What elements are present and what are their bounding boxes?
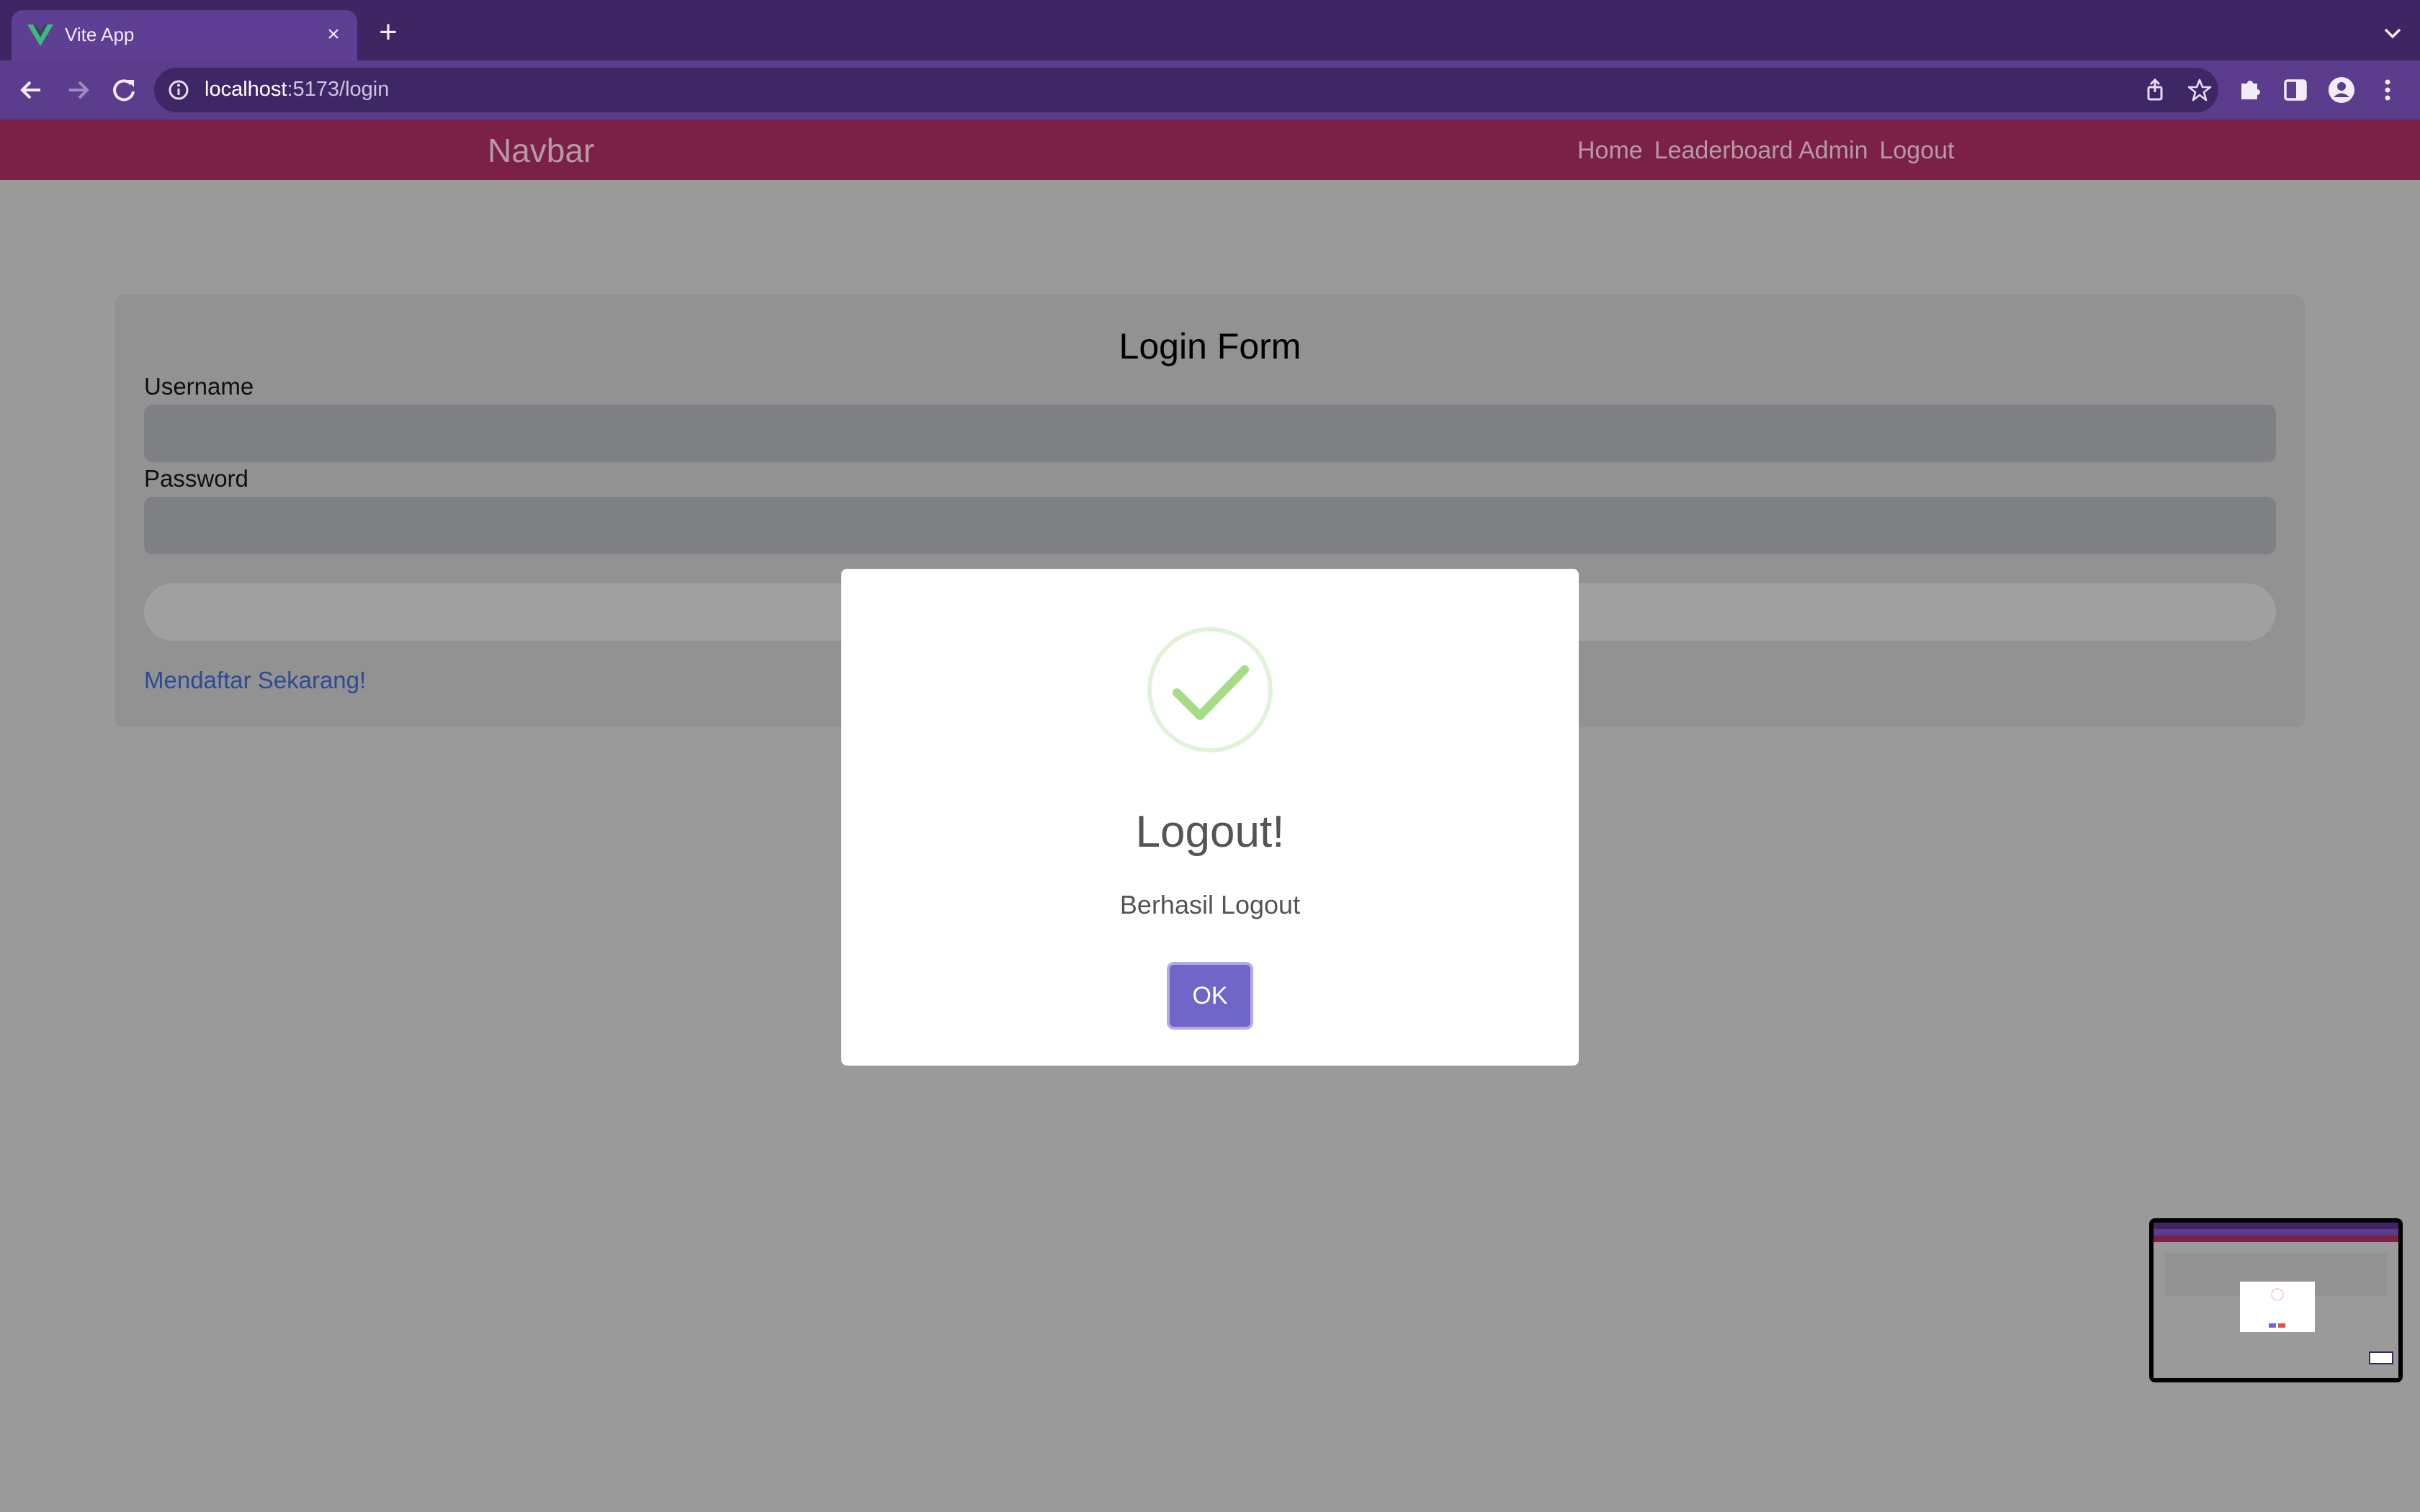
- username-label: Username: [144, 373, 254, 400]
- password-input[interactable]: [144, 497, 2276, 554]
- reload-icon[interactable]: [107, 73, 141, 107]
- back-arrow-icon[interactable]: [14, 73, 49, 107]
- url-path: :5173/login: [287, 78, 390, 101]
- browser-tab-strip: Vite App × +: [0, 0, 2420, 60]
- browser-toolbar: localhost:5173/login: [0, 60, 2420, 120]
- nav-link-home[interactable]: Home: [1577, 137, 1643, 165]
- username-input[interactable]: [144, 405, 2276, 462]
- ok-button[interactable]: OK: [1167, 962, 1253, 1030]
- vue-logo-icon: [27, 24, 53, 46]
- url-host: localhost: [205, 78, 287, 101]
- screenshot-thumbnail[interactable]: [2149, 1218, 2403, 1382]
- url-text: localhost:5173/login: [205, 78, 389, 102]
- site-info-icon[interactable]: [167, 78, 190, 102]
- browser-tab[interactable]: Vite App ×: [12, 10, 357, 60]
- address-bar[interactable]: localhost:5173/login: [154, 68, 2218, 112]
- thumbnail-image: [2154, 1223, 2398, 1378]
- password-label: Password: [144, 465, 248, 492]
- bookmark-star-icon[interactable]: [2187, 77, 2213, 103]
- new-tab-icon[interactable]: +: [372, 17, 405, 50]
- success-check-icon: [1147, 627, 1273, 752]
- more-menu-icon[interactable]: [2371, 73, 2404, 107]
- navbar-links: Home Leaderboard Admin Logout: [1577, 137, 1954, 165]
- nav-link-leaderboard-admin[interactable]: Leaderboard Admin: [1654, 137, 1868, 165]
- chevron-down-icon[interactable]: [2378, 19, 2407, 48]
- form-title: Login Form: [1119, 326, 1301, 366]
- tab-close-icon[interactable]: ×: [321, 22, 346, 47]
- extensions-puzzle-icon[interactable]: [2233, 73, 2266, 107]
- forward-arrow-icon[interactable]: [60, 73, 95, 107]
- thumbnail-preview-icon: [2154, 1223, 2398, 1364]
- modal-title: Logout!: [1135, 807, 1285, 857]
- side-panel-icon[interactable]: [2279, 73, 2312, 107]
- profile-avatar-icon[interactable]: [2325, 73, 2358, 107]
- tab-title: Vite App: [65, 24, 135, 45]
- app-navbar: Navbar Home Leaderboard Admin Logout: [0, 120, 2420, 180]
- logout-success-modal: Logout! Berhasil Logout OK: [841, 569, 1579, 1066]
- navbar-brand[interactable]: Navbar: [488, 131, 594, 170]
- register-link[interactable]: Mendaftar Sekarang!: [144, 667, 366, 694]
- modal-message: Berhasil Logout: [1119, 890, 1301, 919]
- share-icon[interactable]: [2142, 77, 2168, 103]
- nav-link-logout[interactable]: Logout: [1879, 137, 1954, 165]
